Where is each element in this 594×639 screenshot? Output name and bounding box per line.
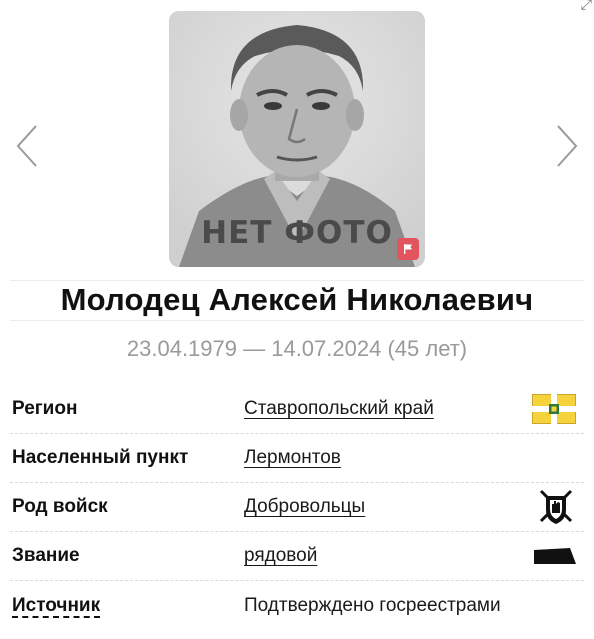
divider xyxy=(10,280,584,281)
rank-insignia-icon xyxy=(534,546,576,566)
detail-label: Род войск xyxy=(12,496,108,517)
person-name: Молодец Алексей Николаевич xyxy=(60,282,534,317)
detail-label: Звание xyxy=(12,545,80,566)
settlement-link[interactable]: Лермонтов xyxy=(244,447,341,469)
flag-icon xyxy=(404,244,412,254)
detail-row-source: Источник Подтверждено госреестрами xyxy=(10,581,584,630)
detail-row-rank: Звание рядовой xyxy=(10,532,584,581)
region-link[interactable]: Ставропольский край xyxy=(244,398,434,420)
chevron-left-icon xyxy=(16,125,37,167)
chevron-right-icon xyxy=(557,125,578,167)
divider xyxy=(10,320,584,321)
carousel-prev-button[interactable] xyxy=(12,122,42,170)
life-dates: 23.04.1979 — 14.07.2024 (45 лет) xyxy=(126,336,468,361)
detail-label: Населенный пункт xyxy=(12,447,189,468)
rank-link[interactable]: рядовой xyxy=(244,545,317,567)
detail-row-region: Регион Ставропольский край xyxy=(10,385,584,434)
source-label[interactable]: Источник xyxy=(12,595,100,617)
volunteers-emblem-icon xyxy=(536,488,576,526)
detail-row-settlement: Населенный пункт Лермонтов xyxy=(10,434,584,483)
no-photo-label: НЕТ ФОТО xyxy=(201,215,393,251)
region-flag-icon xyxy=(532,394,576,424)
expand-icon[interactable]: ⤢ xyxy=(581,0,592,13)
detail-label: Регион xyxy=(12,398,78,419)
source-value: Подтверждено госреестрами xyxy=(244,594,501,616)
details-list: Регион Ставропольский край Населенный пу… xyxy=(10,385,584,630)
detail-row-branch: Род войск Добровольцы xyxy=(10,483,584,532)
person-photo-placeholder[interactable]: НЕТ ФОТО xyxy=(169,11,425,267)
carousel-next-button[interactable] xyxy=(552,122,582,170)
branch-link[interactable]: Добровольцы xyxy=(244,496,365,518)
report-badge[interactable] xyxy=(397,238,419,260)
